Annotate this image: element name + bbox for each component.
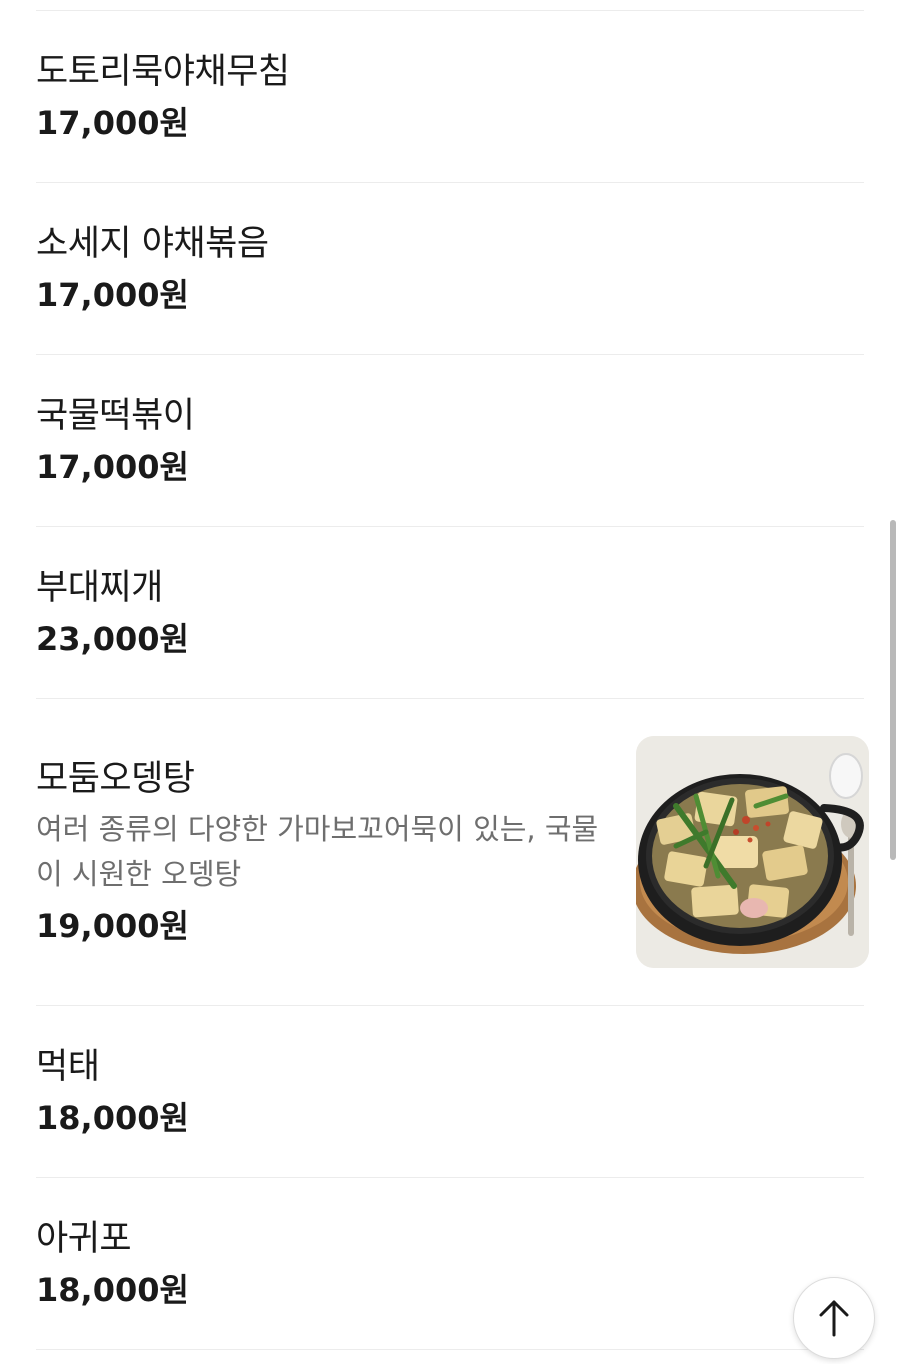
menu-list: 도토리묵야채무침 17,000원 소세지 야채볶음 17,000원 국물떡볶이 …: [36, 0, 869, 1350]
menu-item-price: 17,000원: [36, 447, 189, 486]
menu-item-price: 23,000원: [36, 619, 189, 658]
menu-item-text: 국물떡볶이 17,000원: [36, 394, 864, 488]
menu-item-text: 소세지 야채볶음 17,000원: [36, 222, 864, 316]
menu-item-price: 19,000원: [36, 907, 189, 945]
menu-item-price: 17,000원: [36, 103, 189, 142]
menu-item-agwipo[interactable]: 아귀포 18,000원: [36, 1178, 864, 1350]
menu-item-price: 18,000원: [36, 1098, 189, 1137]
menu-item-dotorimuk[interactable]: 도토리묵야채무침 17,000원: [36, 11, 864, 183]
menu-item-text: 먹태 18,000원: [36, 1045, 864, 1139]
menu-item-price: 17,000원: [36, 275, 189, 314]
menu-item-description: 여러 종류의 다양한 가마보꼬어묵이 있는, 국물이 시원한 오뎅탕: [36, 812, 599, 891]
menu-item-odengtang[interactable]: 모둠오뎅탕 여러 종류의 다양한 가마보꼬어묵이 있는, 국물이 시원한 오뎅탕…: [36, 699, 869, 1006]
menu-item-price: 18,000원: [36, 1270, 189, 1309]
menu-item-name: 소세지 야채볶음: [36, 223, 269, 264]
menu-item-name: 아귀포: [36, 1218, 132, 1259]
menu-item-text: 도토리묵야채무침 17,000원: [36, 50, 864, 144]
menu-item-text: 부대찌개 23,000원: [36, 566, 864, 660]
menu-item-budaejjigae[interactable]: 부대찌개 23,000원: [36, 527, 864, 699]
menu-item-text: 모둠오뎅탕 여러 종류의 다양한 가마보꼬어묵이 있는, 국물이 시원한 오뎅탕…: [36, 757, 606, 947]
odengtang-photo-illustration: [636, 736, 869, 968]
menu-item-meoktae[interactable]: 먹태 18,000원: [36, 1006, 864, 1178]
menu-item-name: 도토리묵야채무침: [36, 51, 290, 92]
menu-item-photo[interactable]: [636, 736, 869, 968]
menu-item-name: 부대찌개: [36, 567, 163, 608]
divider: [36, 0, 864, 11]
menu-item-name: 국물떡볶이: [36, 395, 195, 436]
menu-item-sausage[interactable]: 소세지 야채볶음 17,000원: [36, 183, 864, 355]
scrollbar[interactable]: [890, 520, 896, 860]
arrow-up-icon: [819, 1300, 849, 1337]
scroll-top-button[interactable]: [793, 1277, 875, 1359]
menu-item-name: 모둠오뎅탕: [36, 759, 195, 799]
menu-item-name: 먹태: [36, 1046, 100, 1087]
menu-item-text: 아귀포 18,000원: [36, 1217, 864, 1311]
menu-item-tteokbokki[interactable]: 국물떡볶이 17,000원: [36, 355, 864, 527]
